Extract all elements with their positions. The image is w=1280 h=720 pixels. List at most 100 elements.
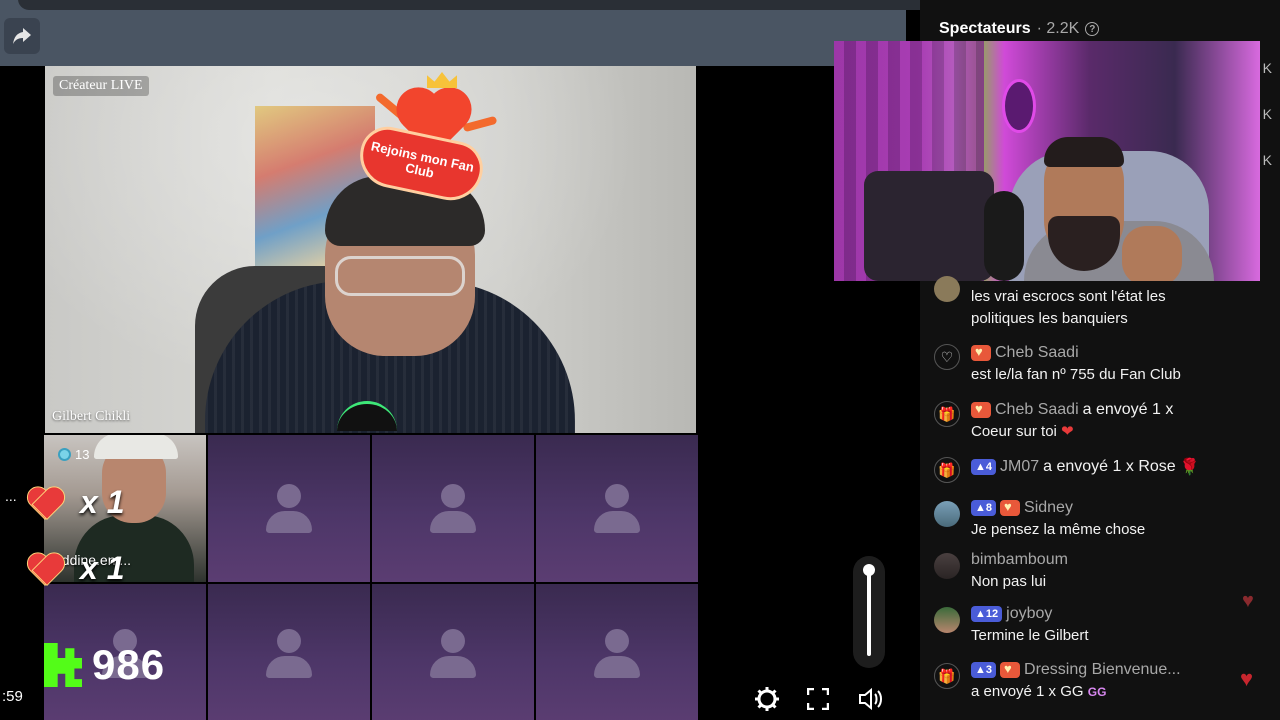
guest-cap: [94, 435, 178, 459]
username[interactable]: Cheb Saadi: [995, 401, 1079, 419]
heart-gift-icon: ❤: [1061, 423, 1074, 440]
level-dot-icon: [58, 448, 71, 461]
gift-action: a envoyé 1 x Rose: [1043, 458, 1176, 475]
message-header: Cheb Saadi a envoyé 1 x: [971, 401, 1173, 419]
creator-live-label: Créateur LIVE: [53, 76, 149, 96]
empty-seat-tile[interactable]: [372, 584, 534, 720]
person-placeholder-icon: [428, 483, 478, 534]
person-placeholder-icon: [592, 483, 642, 534]
user-avatar[interactable]: [934, 501, 960, 527]
kick-viewer-counter: 986: [44, 640, 184, 690]
floating-heart-icon: ♥: [1240, 666, 1254, 691]
user-level-badge: ▲ 4: [971, 459, 997, 475]
volume-thumb[interactable]: [863, 564, 875, 576]
user-level: 4: [985, 461, 993, 473]
user-level-badge: ▲ 8: [971, 500, 997, 516]
gift-action: a envoyé 1 x GG: [971, 683, 1084, 700]
side-value: K: [1262, 60, 1272, 76]
share-arrow-icon: [13, 28, 31, 44]
user-avatar[interactable]: [934, 607, 960, 633]
kick-count: 986: [92, 641, 166, 688]
fullscreen-button[interactable]: [803, 684, 833, 714]
cam-microphone: [984, 191, 1024, 281]
message-header: ▲ 4 JM07 a envoyé 1 x Rose 🌹: [971, 457, 1200, 477]
message-header: ▲3 Dressing Bienvenue...: [971, 661, 1181, 679]
settings-button[interactable]: [752, 684, 782, 714]
heart-gift-icon: [28, 488, 62, 518]
person-placeholder-icon: [264, 483, 314, 534]
message-text: a envoyé 1 x GG GG: [971, 681, 1106, 703]
gift-icon: 🎁: [934, 457, 960, 483]
gift-icon: 🎁: [934, 401, 960, 427]
gift-combo: x 1: [28, 550, 124, 587]
message-text: Coeur sur toi ❤: [971, 421, 1074, 443]
gift-action: a envoyé 1 x: [1082, 401, 1174, 418]
volume-slider[interactable]: [853, 556, 885, 668]
user-level: 3: [985, 664, 993, 676]
gg-gift-icon: GG: [1087, 685, 1107, 699]
user-level: 12: [985, 608, 999, 620]
neon-logo-icon: [1002, 79, 1036, 133]
side-value: K: [1262, 152, 1272, 168]
username[interactable]: Dressing Bienvenue...: [1024, 661, 1181, 679]
viewers-count: · 2.2K: [1036, 20, 1080, 37]
message-text: Je pensez la même chose: [971, 521, 1146, 538]
username[interactable]: joyboy: [1006, 605, 1052, 623]
guest-level-badge: 13: [58, 447, 89, 462]
gift-icon: 🎁: [934, 663, 960, 689]
volume-button[interactable]: [856, 684, 886, 714]
volume-track: [867, 568, 871, 656]
message-text: Non pas lui: [971, 573, 1047, 590]
kick-logo-icon: [44, 643, 82, 687]
top-toolbar: [0, 0, 1268, 66]
combo-count: x 1: [80, 484, 125, 520]
gift-name: Coeur sur toi: [971, 423, 1057, 440]
combo-count: x 1: [80, 550, 125, 586]
gear-icon: [755, 687, 779, 711]
user-avatar[interactable]: [934, 276, 960, 302]
person-placeholder-icon: [592, 629, 642, 679]
username[interactable]: bimbamboum: [971, 551, 1068, 569]
empty-seat-tile[interactable]: [536, 584, 698, 720]
user-avatar[interactable]: [934, 553, 960, 579]
cam-hair: [1044, 137, 1124, 167]
message-text: est le/la fan nº 755 du Fan Club: [971, 366, 1181, 383]
user-level-badge: ▲ 3: [971, 662, 997, 678]
empty-seat-tile[interactable]: [372, 435, 534, 582]
share-button[interactable]: [4, 18, 40, 54]
fan-club-badge-icon: [971, 401, 991, 418]
message-text: Termine le Gilbert: [971, 627, 1089, 644]
user-level: 8: [985, 502, 993, 514]
person-placeholder-icon: [428, 629, 478, 679]
message-header: Cheb Saadi: [971, 344, 1079, 362]
empty-seat-tile[interactable]: [208, 584, 370, 720]
fan-club-badge-icon: [1000, 661, 1021, 678]
cam-hand: [1122, 226, 1182, 281]
user-level-badge: ▲ 12: [971, 606, 1003, 622]
cam-couch: [864, 171, 994, 281]
fan-club-badge-icon: [971, 344, 991, 361]
host-name: Gilbert Chikli: [52, 409, 131, 424]
username[interactable]: JM07: [1000, 458, 1039, 476]
empty-seat-tile[interactable]: [208, 435, 370, 582]
floating-heart-icon: ♥: [1242, 590, 1254, 612]
heart-outline-icon: ♡: [934, 344, 960, 370]
message-text: les vrai escrocs sont l'état les politiq…: [971, 288, 1166, 327]
crown-icon: [427, 72, 457, 88]
username[interactable]: Cheb Saadi: [995, 344, 1079, 362]
username[interactable]: Sidney: [1024, 499, 1073, 517]
fan-club-badge-icon: [1000, 499, 1021, 516]
speaker-icon: [859, 687, 882, 711]
sticker-text: Rejoins mon Fan Club: [369, 138, 476, 181]
fan-club-sticker[interactable]: Rejoins mon Fan Club: [354, 72, 505, 212]
guest-level: 13: [75, 447, 90, 462]
gift-combo: x 1: [28, 484, 124, 521]
stream-time: :59: [2, 688, 23, 705]
empty-seat-tile[interactable]: [536, 435, 698, 582]
viewers-header[interactable]: Spectateurs · 2.2K ?: [939, 20, 1100, 38]
help-icon[interactable]: ?: [1085, 22, 1100, 36]
message-header: bimbamboum: [971, 551, 1068, 569]
message-header: ▲8 Sidney: [971, 499, 1073, 517]
person-placeholder-icon: [264, 629, 314, 679]
host-glasses: [335, 256, 465, 296]
